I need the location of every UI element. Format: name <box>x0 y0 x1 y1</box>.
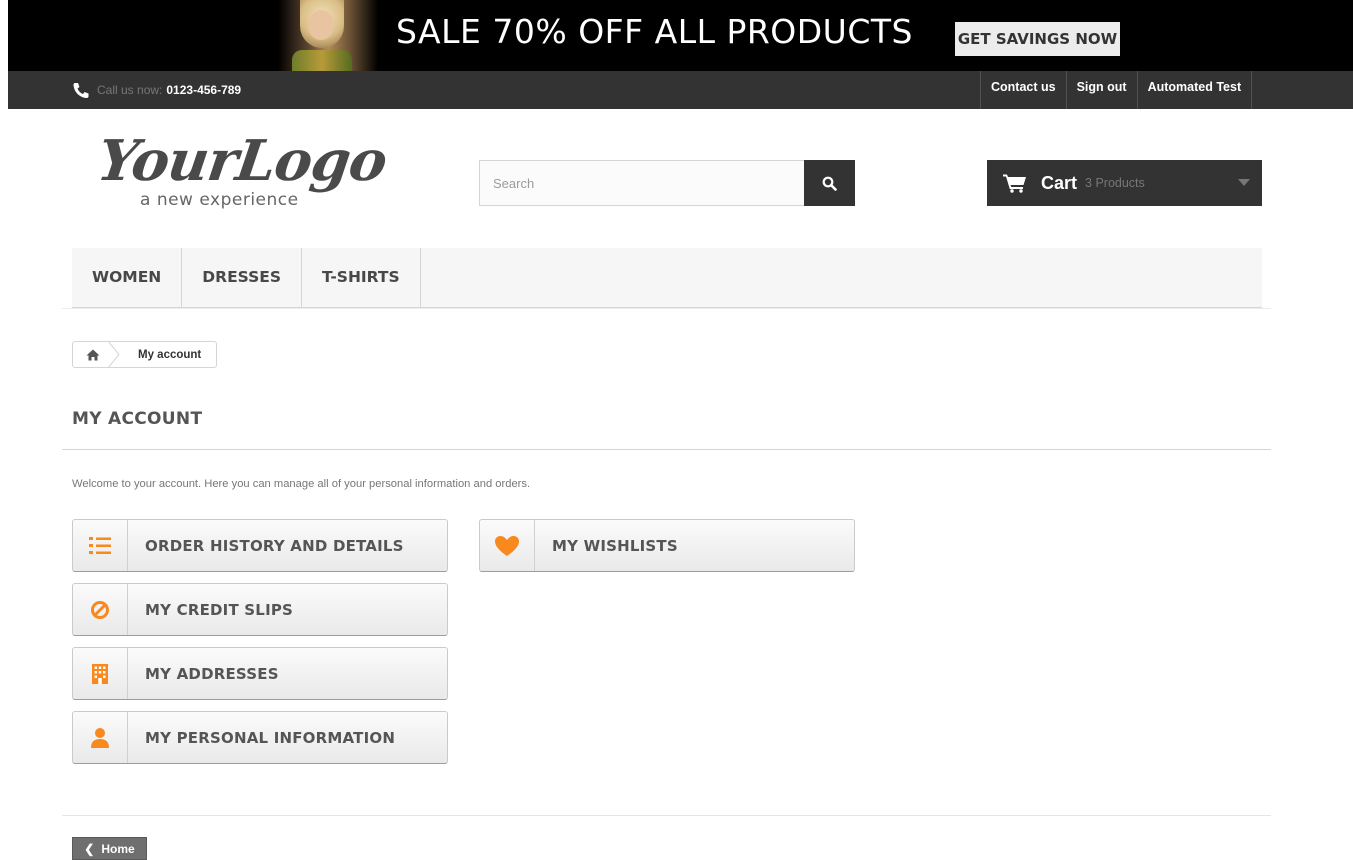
title-divider <box>62 449 1271 450</box>
addresses-label: MY ADDRESSES <box>145 664 279 683</box>
breadcrumb-home[interactable] <box>73 341 120 368</box>
personal-information-button[interactable]: MY PERSONAL INFORMATION <box>72 711 448 764</box>
welcome-text: Welcome to your account. Here you can ma… <box>72 478 531 490</box>
search-icon <box>822 176 837 191</box>
menu-divider <box>62 308 1271 309</box>
home-button[interactable]: ❮ Home <box>72 837 147 860</box>
home-icon <box>86 349 100 360</box>
phone-info: Call us now: 0123-456-789 <box>72 71 241 109</box>
contact-us-link[interactable]: Contact us <box>981 71 1067 109</box>
cart-button[interactable]: Cart 3 Products <box>987 160 1262 206</box>
sign-out-link[interactable]: Sign out <box>1067 71 1138 109</box>
breadcrumb-separator <box>107 341 120 368</box>
site-logo[interactable]: YourLogo a new experience <box>93 128 390 218</box>
ban-icon <box>91 600 109 619</box>
page-title: MY ACCOUNT <box>72 409 203 429</box>
order-history-button[interactable]: ORDER HISTORY AND DETAILS <box>72 519 448 572</box>
chevron-down-icon <box>1238 179 1250 186</box>
credit-slips-label: MY CREDIT SLIPS <box>145 600 294 619</box>
main-menu: WOMEN DRESSES T-SHIRTS <box>72 248 1262 308</box>
order-history-label: ORDER HISTORY AND DETAILS <box>145 536 404 555</box>
personal-information-label: MY PERSONAL INFORMATION <box>145 728 396 747</box>
shopping-cart-icon <box>1003 174 1026 193</box>
top-nav: Contact us Sign out Automated Test <box>980 71 1253 109</box>
search-button[interactable] <box>804 160 855 206</box>
phone-icon <box>73 82 89 98</box>
account-name-link[interactable]: Automated Test <box>1138 71 1253 109</box>
search-form <box>479 160 855 206</box>
menu-item-dresses[interactable]: DRESSES <box>182 248 303 307</box>
user-icon <box>91 727 109 748</box>
promo-banner[interactable]: SALE 70% OFF ALL PRODUCTS GET SAVINGS NO… <box>8 0 1353 71</box>
wishlists-button[interactable]: MY WISHLISTS <box>479 519 855 572</box>
chevron-left-icon: ❮ <box>84 841 95 856</box>
heart-icon <box>495 535 519 556</box>
menu-item-women[interactable]: WOMEN <box>72 248 183 307</box>
cart-label: Cart <box>1041 172 1078 193</box>
get-savings-button[interactable]: GET SAVINGS NOW <box>955 22 1120 56</box>
logo-tagline: a new experience <box>140 190 299 210</box>
bottom-divider <box>62 815 1271 816</box>
cart-count: 3 Products <box>1085 176 1145 190</box>
phone-prefix: Call us now: <box>97 83 163 97</box>
addresses-button[interactable]: MY ADDRESSES <box>72 647 448 700</box>
breadcrumb: My account <box>72 341 217 368</box>
top-bar: Call us now: 0123-456-789 Contact us Sig… <box>8 71 1353 109</box>
banner-model-image <box>278 0 378 71</box>
search-input[interactable] <box>479 160 804 206</box>
building-icon <box>92 663 108 684</box>
wishlists-label: MY WISHLISTS <box>552 536 678 555</box>
credit-slips-button[interactable]: MY CREDIT SLIPS <box>72 583 448 636</box>
list-ol-icon <box>89 536 111 554</box>
menu-item-t-shirts[interactable]: T-SHIRTS <box>302 248 421 307</box>
home-button-label: Home <box>101 841 135 856</box>
banner-title: SALE 70% OFF ALL PRODUCTS <box>396 12 913 51</box>
breadcrumb-current: My account <box>138 348 202 361</box>
logo-text: YourLogo <box>93 128 391 194</box>
phone-number: 0123-456-789 <box>166 83 242 97</box>
